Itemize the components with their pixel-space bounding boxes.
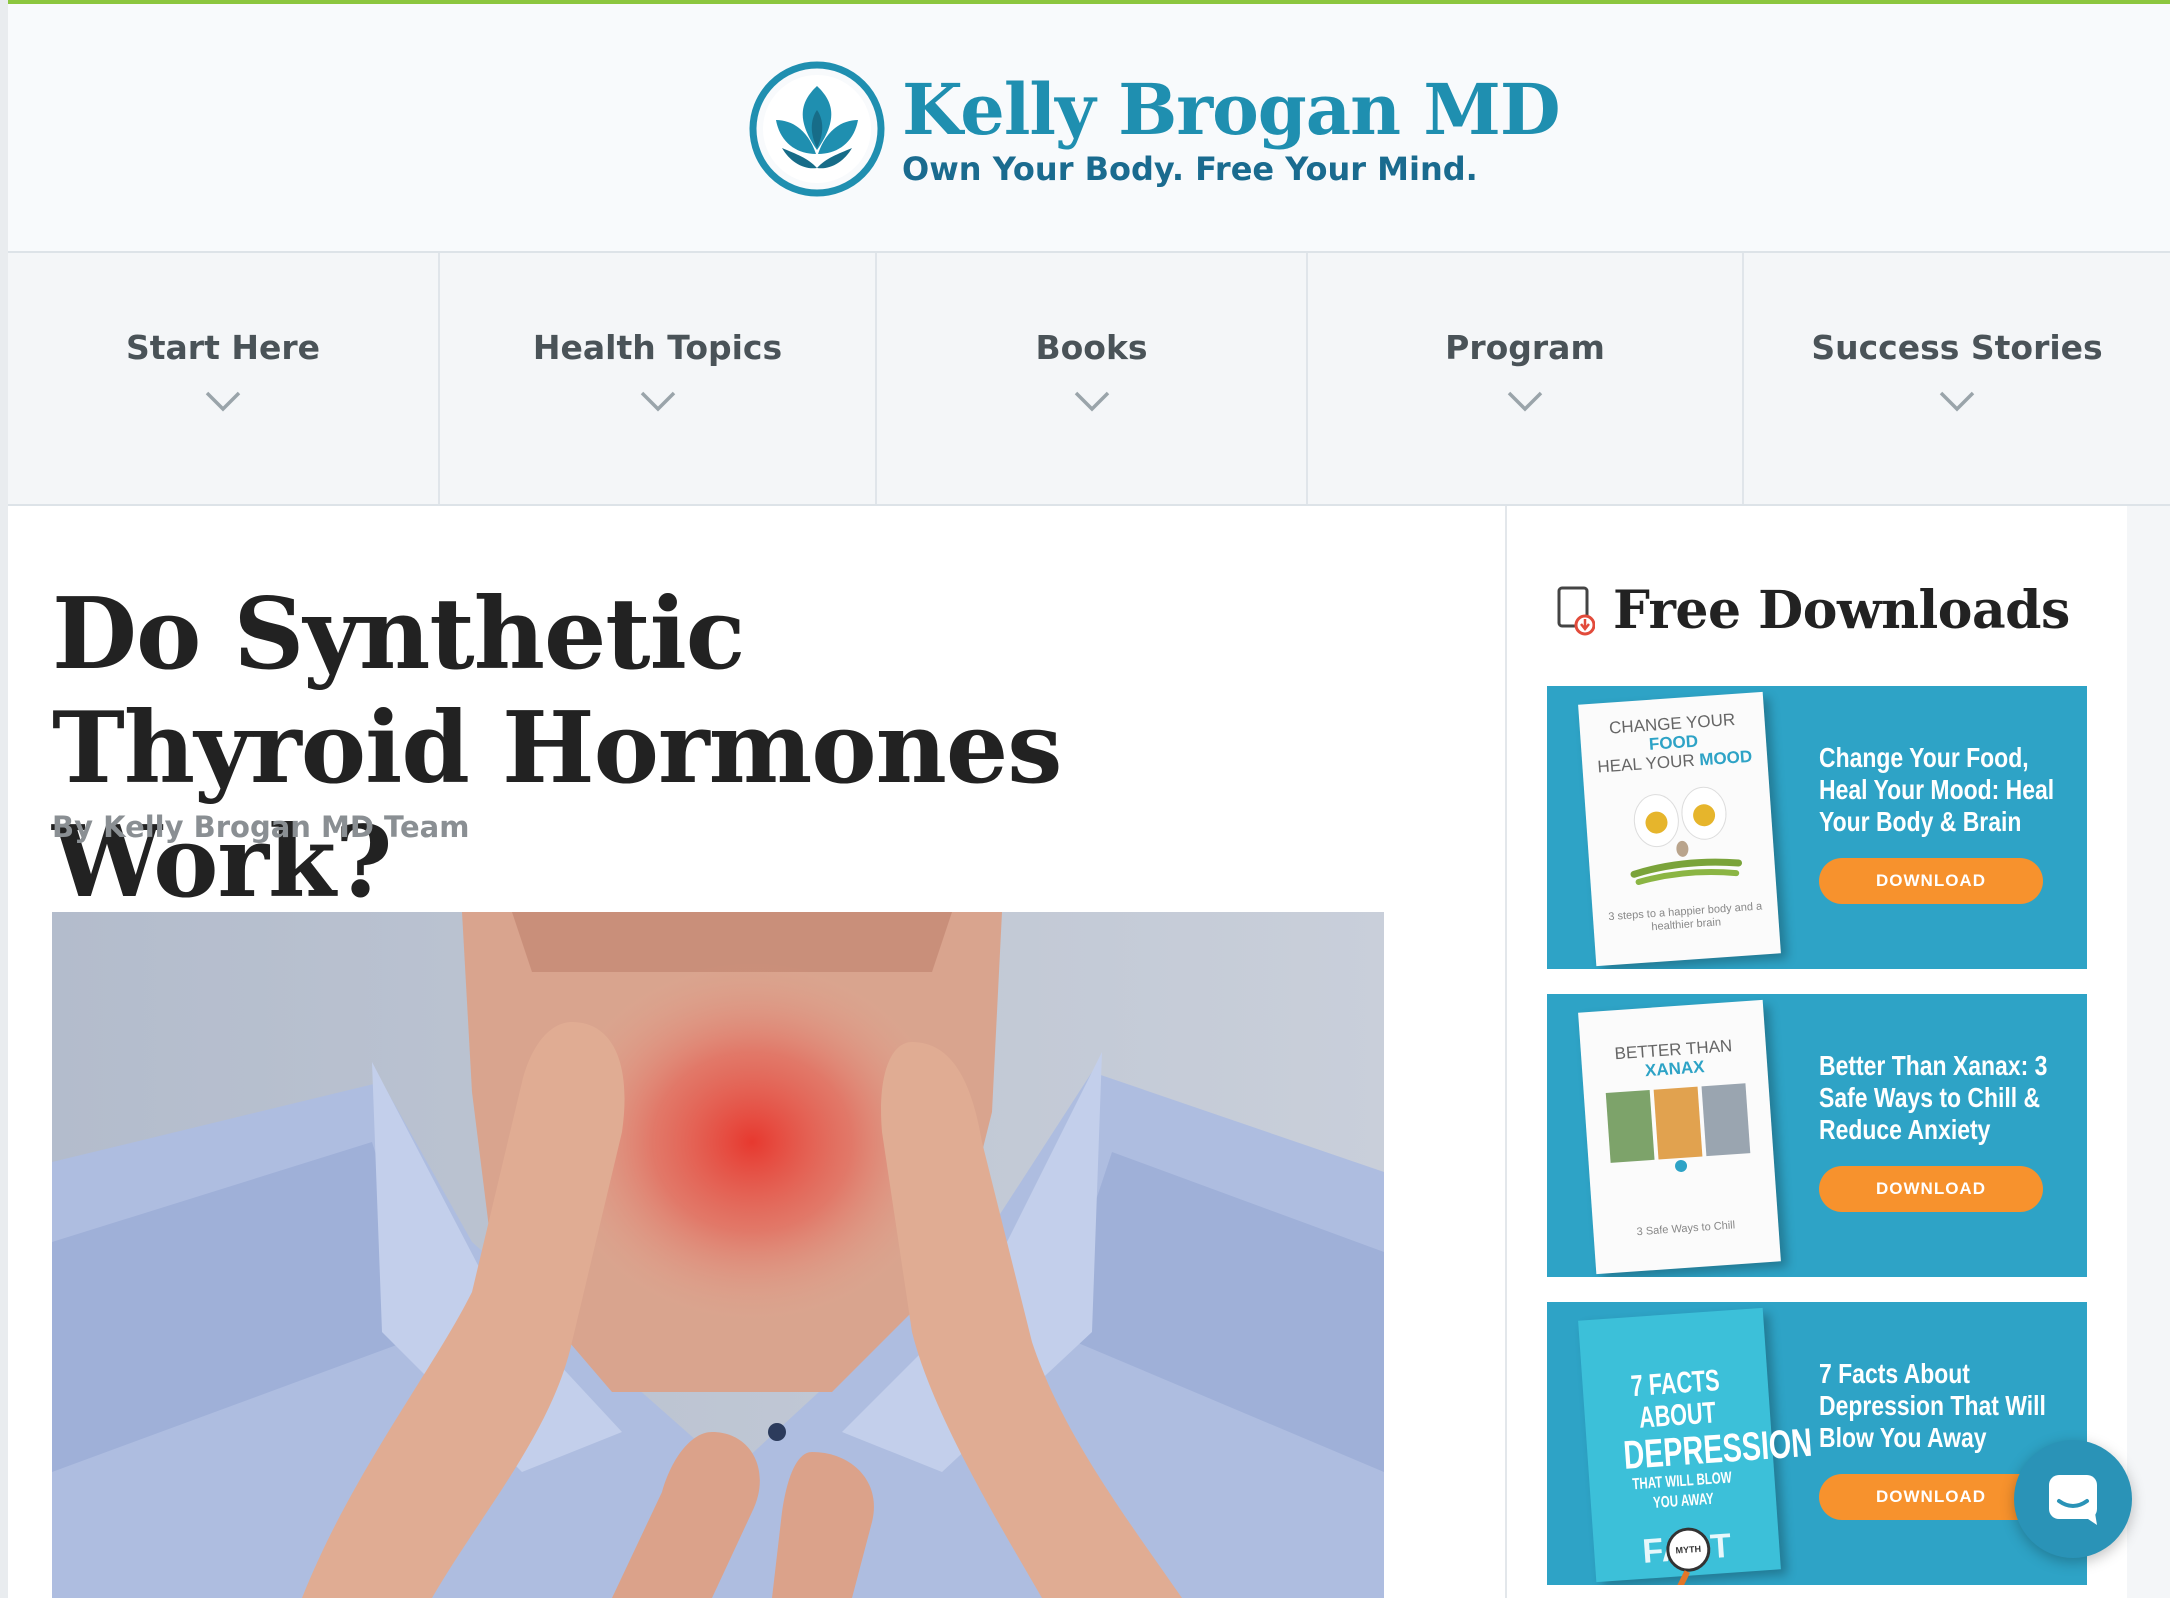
page-gutter [2127,506,2170,1598]
book-cover: BETTER THAN XANAX 3 Safe Ways to Chill [1578,999,1781,1275]
download-document-icon [1557,586,1595,635]
lotus-logo-icon [749,61,885,197]
chevron-down-icon [1507,391,1543,412]
book-subtitle: 3 Safe Ways to Chill [1636,1219,1736,1239]
download-title: Better Than Xanax: 3 Safe Ways to Chill … [1819,1050,2048,1145]
nav-label: Success Stories [1811,328,2103,367]
article-hero-image [52,912,1384,1598]
article-main: Do Synthetic Thyroid Hormones Work? By K… [8,506,1505,1598]
download-title: 7 Facts About Depression That Will Blow … [1819,1358,2046,1453]
myth-fact-illustration: FACT MYTH [1607,1524,1768,1585]
book-cover: CHANGE YOUR FOOD HEAL YOUR MOOD 3 steps … [1578,691,1781,967]
book-cover: 7 FACTS ABOUT DEPRESSION THAT WILL BLOW … [1578,1307,1814,1585]
download-card-food-mood[interactable]: CHANGE YOUR FOOD HEAL YOUR MOOD 3 steps … [1547,686,2087,969]
site-header: Kelly Brogan MD Own Your Body. Free Your… [8,4,2170,253]
left-edge [0,0,8,1598]
download-title: Change Your Food, Heal Your Mood: Heal Y… [1819,742,2055,837]
site-logo[interactable]: Kelly Brogan MD Own Your Body. Free Your… [746,58,1561,200]
download-button[interactable]: DOWNLOAD [1819,1166,2043,1212]
article-byline[interactable]: By Kelly Brogan MD Team [52,810,469,844]
nav-label: Start Here [125,328,320,367]
magnifier-handle [1673,1570,1691,1585]
book-title: 7 FACTS ABOUT [1629,1364,1721,1435]
nav-item-health-topics[interactable]: Health Topics [440,253,877,504]
chat-bubble-icon [2049,1475,2097,1525]
logo-name: Kelly Brogan MD [902,68,1561,151]
sidebar: Free Downloads CHANGE YOUR FOOD HEAL YOU… [1505,506,2127,1598]
nav-item-program[interactable]: Program [1308,253,1744,504]
nav-label: Books [1035,328,1148,367]
chevron-down-icon [640,391,675,412]
chat-launcher-button[interactable] [2014,1440,2132,1558]
nav-label: Health Topics [532,328,783,367]
download-card-better-than-xanax[interactable]: BETTER THAN XANAX 3 Safe Ways to Chill B… [1547,994,2087,1277]
download-card-depression-facts[interactable]: 7 FACTS ABOUT DEPRESSION THAT WILL BLOW … [1547,1302,2087,1585]
chevron-down-icon [1074,391,1109,412]
chevron-down-icon [205,391,241,412]
nav-item-success-stories[interactable]: Success Stories [1744,253,2170,504]
book-subtitle: 3 steps to a happier body and a healthie… [1607,900,1763,934]
nav-item-start-here[interactable]: Start Here [8,253,440,504]
book-subtitle: THAT WILL BLOW YOU AWAY [1631,1469,1733,1512]
nav-label: Program [1445,328,1605,367]
wellness-photos-illustration [1605,1083,1751,1172]
article-title: Do Synthetic Thyroid Hormones Work? [52,577,1062,920]
download-button[interactable]: DOWNLOAD [1819,858,2043,904]
sidebar-title: Free Downloads [1613,580,2070,641]
eggs-asparagus-illustration [1630,786,1743,885]
sidebar-header: Free Downloads [1555,580,2070,641]
chevron-down-icon [1939,391,1975,412]
logo-tagline: Own Your Body. Free Your Mind. [902,150,1478,188]
nav-item-books[interactable]: Books [877,253,1308,504]
main-nav: Start Here Health Topics Books Program S… [8,253,2170,506]
download-button[interactable]: DOWNLOAD [1819,1474,2043,1520]
throat-illustration [52,912,1384,1598]
